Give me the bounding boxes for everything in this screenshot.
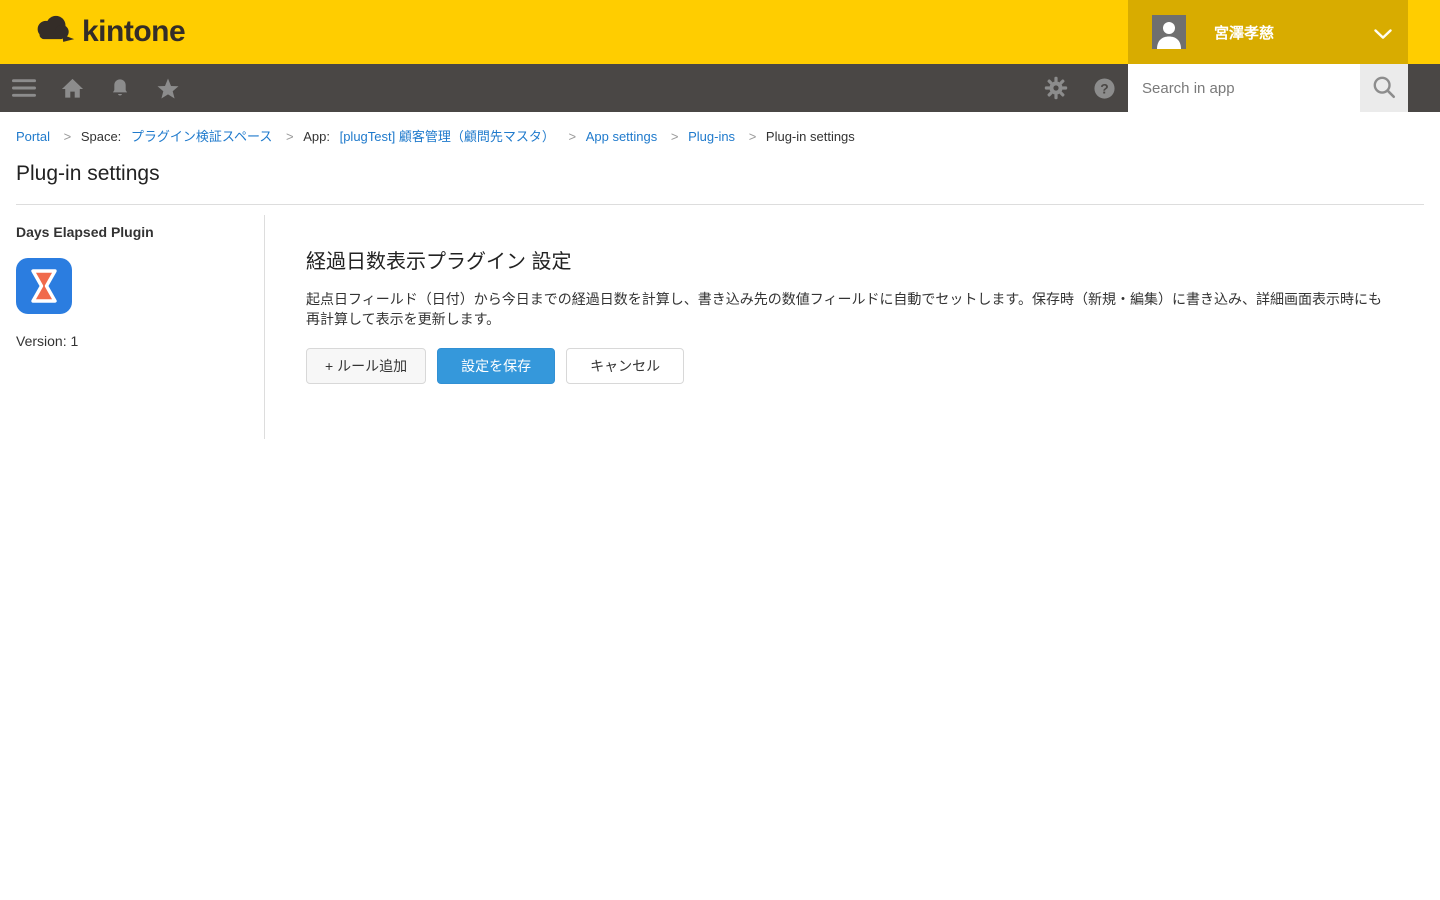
search-button[interactable] [1360,64,1408,112]
home-icon[interactable] [60,64,84,112]
kintone-logo[interactable]: kintone [34,0,186,64]
breadcrumb-app-settings-link[interactable]: App settings [586,129,658,144]
add-rule-button[interactable]: + ルール追加 [306,348,427,384]
svg-text:?: ? [1100,80,1108,96]
button-row: + ルール追加 設定を保存 キャンセル [306,348,1394,384]
page-title: Plug-in settings [16,162,160,185]
user-name: 宮澤孝慈 [1214,24,1275,42]
plugin-settings-heading: 経過日数表示プラグイン 設定 [306,251,572,273]
title-divider [16,204,1424,205]
kintone-cloud-logo-icon [34,13,76,52]
breadcrumb-app-link[interactable]: [plugTest] 顧客管理（顧問先マスタ） [340,129,555,144]
search-input[interactable] [1128,64,1360,112]
plugin-version: Version: 1 [16,333,79,349]
help-icon[interactable]: ? [1092,64,1116,112]
breadcrumb-space-prefix: Space: [80,129,122,144]
notifications-bell-icon[interactable] [108,64,132,112]
breadcrumb-current: Plug-in settings [765,129,855,144]
search-icon [1371,74,1397,103]
toolbar: ? [0,64,1440,112]
gear-icon[interactable] [1044,64,1068,112]
logo-wordmark: kintone [82,15,186,48]
toolbar-left [12,64,180,112]
hamburger-menu-icon[interactable] [12,64,36,112]
hourglass-plugin-icon [16,258,72,314]
toolbar-right: ? [1044,64,1408,112]
breadcrumb-separator: > [748,129,757,144]
breadcrumb-app-prefix: App: [303,129,330,144]
user-menu[interactable]: 宮澤孝慈 [1128,0,1408,64]
plugin-info-sidebar: Days Elapsed Plugin Version: 1 [16,215,265,439]
chevron-down-icon [1374,27,1392,45]
breadcrumb-separator: > [670,129,679,144]
breadcrumb-separator: > [568,129,577,144]
breadcrumb: Portal > Space: プラグイン検証スペース > App: [plug… [0,112,1440,145]
breadcrumb-plugins-link[interactable]: Plug-ins [688,129,735,144]
user-avatar-icon [1152,15,1186,49]
breadcrumb-portal-link[interactable]: Portal [16,129,50,144]
plugin-settings-panel: 経過日数表示プラグイン 設定 起点日フィールド（日付）から今日までの経過日数を計… [265,215,1424,439]
save-settings-button[interactable]: 設定を保存 [437,348,556,384]
plugin-name: Days Elapsed Plugin [16,224,154,240]
app-header: kintone 宮澤孝慈 [0,0,1440,64]
app-search [1128,64,1408,112]
plugin-settings-description: 起点日フィールド（日付）から今日までの経過日数を計算し、書き込み先の数値フィール… [306,291,1383,327]
breadcrumb-separator: > [286,129,294,144]
cancel-button[interactable]: キャンセル [566,348,685,384]
plugin-settings-content: Days Elapsed Plugin Version: 1 経過日数表示プラグ… [16,215,1424,439]
breadcrumb-space-link[interactable]: プラグイン検証スペース [131,129,272,144]
favorites-star-icon[interactable] [156,64,180,112]
breadcrumb-separator: > [63,129,72,144]
